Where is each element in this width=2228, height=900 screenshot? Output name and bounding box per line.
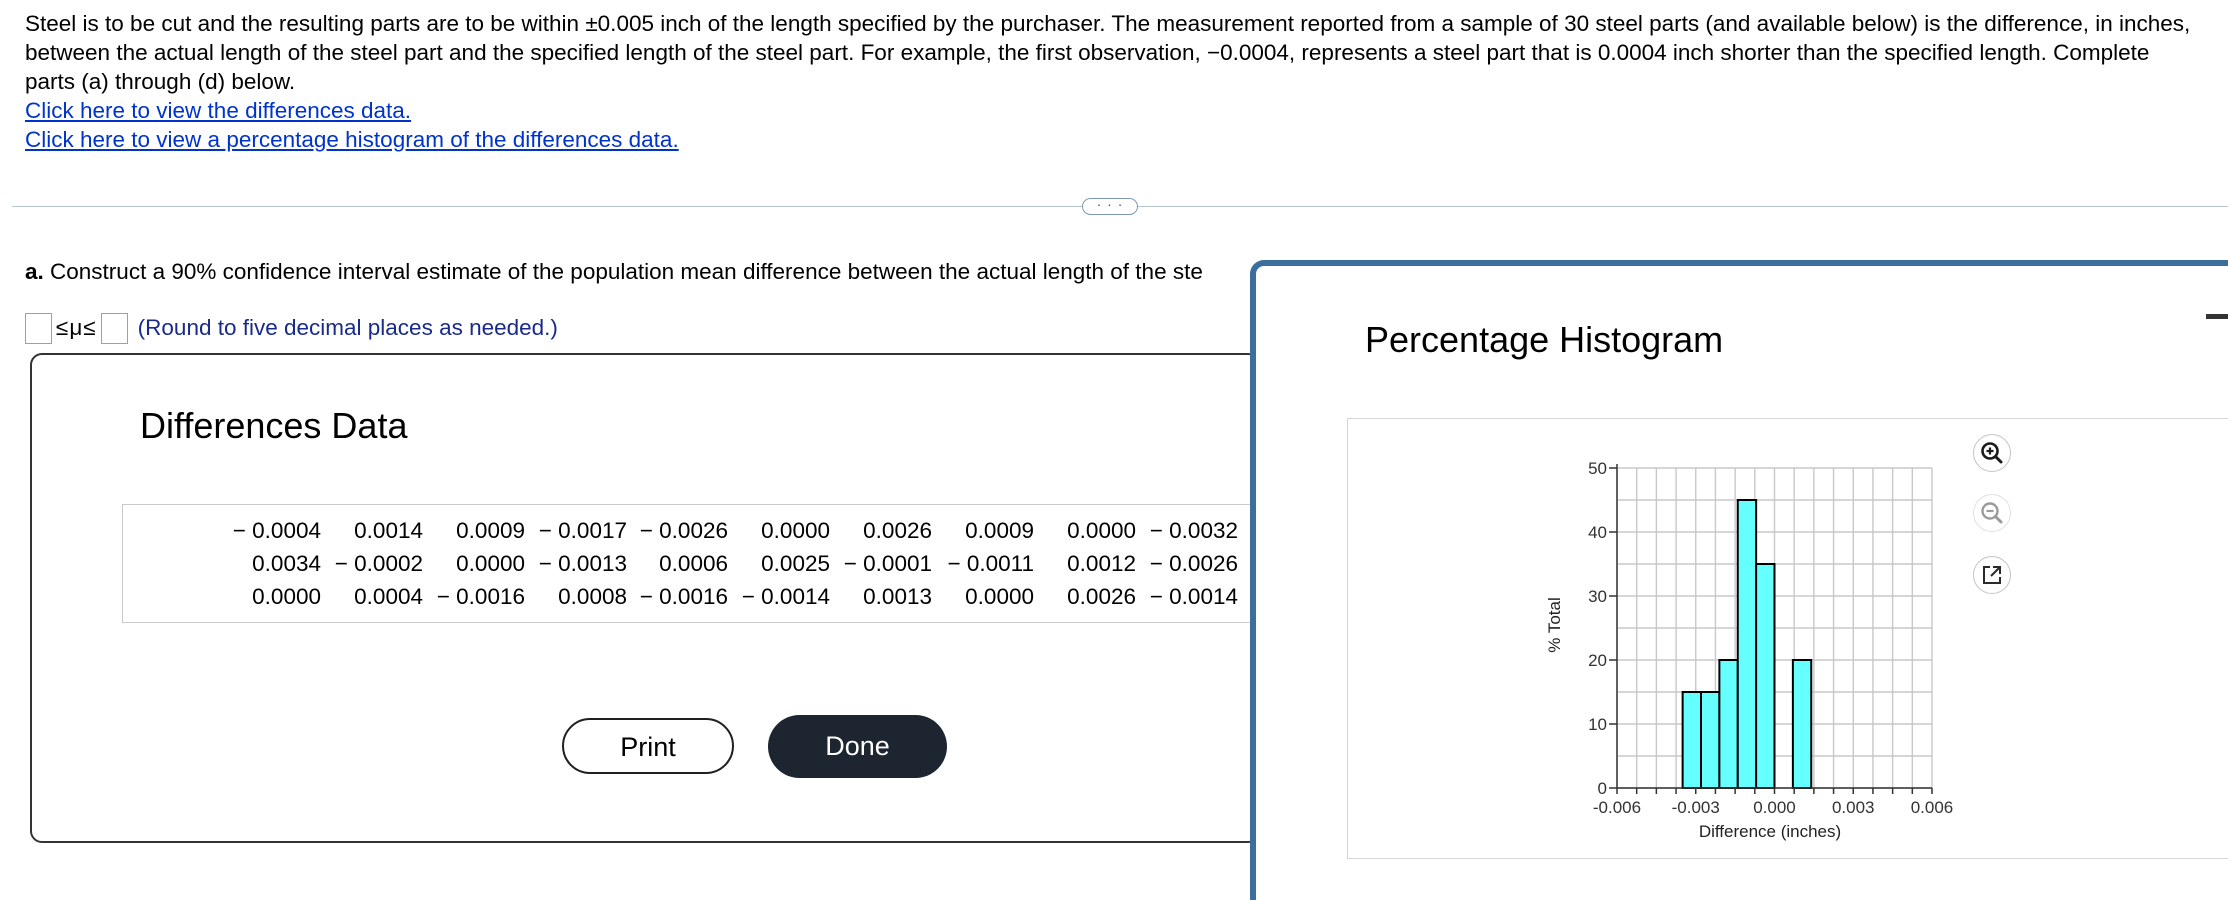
table-cell: 0.0025	[761, 550, 830, 576]
x-tick-label: -0.003	[1672, 798, 1720, 817]
chart-bars	[1681, 499, 1813, 789]
y-tick-label: 50	[1588, 459, 1607, 478]
minimize-icon[interactable]	[2206, 314, 2228, 319]
view-data-link[interactable]: Click here to view the differences data.	[25, 96, 2205, 125]
y-tick-label: 30	[1588, 587, 1607, 606]
zoom-out-icon[interactable]	[1973, 494, 2011, 532]
histogram-bar	[1736, 499, 1758, 789]
histogram-bar	[1791, 659, 1813, 789]
table-cell: 0.0026	[1067, 583, 1136, 609]
zoom-in-icon[interactable]	[1973, 434, 2011, 472]
x-axis-label: Difference (inches)	[1699, 822, 1841, 841]
histogram-bar	[1700, 691, 1721, 789]
histogram-bar	[1755, 563, 1776, 789]
table-cell: 0.0000	[965, 583, 1034, 609]
part-a-question: a. Construct a 90% confidence interval e…	[25, 257, 1203, 286]
table-cell: − 0.0002	[334, 550, 423, 576]
table-cell: − 0.0014	[741, 583, 830, 609]
table-cell: − 0.0016	[436, 583, 525, 609]
differences-table: − 0.0004 0.0014 0.0009− 0.0017− 0.0026 0.00…	[226, 514, 1238, 613]
differences-data-title: Differences Data	[140, 405, 408, 446]
table-cell: 0.0026	[863, 517, 932, 543]
y-axis-label: % Total	[1545, 597, 1564, 652]
table-cell: − 0.0004	[232, 517, 321, 543]
y-tick-label: 20	[1588, 651, 1607, 670]
x-tick-label: 0.003	[1832, 798, 1875, 817]
table-cell: 0.0000	[456, 550, 525, 576]
table-cell: − 0.0013	[538, 550, 627, 576]
problem-text: Steel is to be cut and the resulting par…	[25, 11, 2191, 94]
problem-statement: Steel is to be cut and the resulting par…	[25, 9, 2205, 154]
answer-row: ≤μ≤ (Round to five decimal places as nee…	[25, 311, 558, 345]
part-a-label: a.	[25, 259, 44, 284]
table-row: − 0.0004 0.0014 0.0009 − 0.0017 − 0.0026 0.00…	[226, 514, 1238, 547]
upper-bound-input[interactable]	[100, 312, 128, 344]
table-cell: 0.0009	[456, 517, 525, 543]
lower-bound-input[interactable]	[25, 312, 52, 344]
done-button[interactable]: Done	[768, 715, 947, 778]
y-tick-label: 0	[1598, 779, 1607, 798]
histogram-bar	[1718, 659, 1739, 789]
part-a-text: Construct a 90% confidence interval esti…	[50, 259, 1203, 284]
table-cell: − 0.0032	[1149, 517, 1238, 543]
table-cell: − 0.0026	[1149, 550, 1238, 576]
round-note: (Round to five decimal places as needed.…	[137, 315, 558, 340]
table-cell: − 0.0026	[639, 517, 728, 543]
y-tick-label: 10	[1588, 715, 1607, 734]
table-cell: 0.0000	[1067, 517, 1136, 543]
table-cell: 0.0008	[558, 583, 627, 609]
table-row: 0.0034 − 0.0002 0.0000 − 0.0013 0.0006 0.0025…	[226, 547, 1238, 580]
x-tick-label: -0.006	[1593, 798, 1641, 817]
view-histogram-link[interactable]: Click here to view a percentage histogra…	[25, 125, 2205, 154]
y-tick-label: 40	[1588, 523, 1607, 542]
histogram-title: Percentage Histogram	[1365, 319, 1724, 360]
x-tick-label: 0.006	[1911, 798, 1954, 817]
table-cell: 0.0006	[659, 550, 728, 576]
percentage-histogram-chart: 0 10 20 30 40 50 -0.006 -0.003 0.000 0.003 0.006 %…	[1545, 459, 1954, 841]
histogram-bar	[1681, 691, 1702, 789]
table-cell: 0.0012	[1067, 550, 1136, 576]
pop-out-icon[interactable]	[1973, 556, 2011, 594]
table-cell: 0.0014	[354, 517, 423, 543]
table-row: 0.0000 0.0004 − 0.0016 0.0008 − 0.0016 − 0.00…	[226, 580, 1238, 613]
table-cell: 0.0004	[354, 583, 423, 609]
table-cell: 0.0000	[252, 583, 321, 609]
x-tick-label: 0.000	[1753, 798, 1796, 817]
table-cell: − 0.0017	[538, 517, 627, 543]
table-cell: 0.0034	[252, 550, 321, 576]
table-cell: − 0.0001	[843, 550, 932, 576]
table-cell: 0.0013	[863, 583, 932, 609]
table-cell: − 0.0011	[947, 550, 1034, 576]
table-cell: − 0.0016	[639, 583, 728, 609]
expand-ellipsis-button[interactable]: · · ·	[1082, 197, 1138, 215]
print-button[interactable]: Print	[562, 718, 734, 774]
table-cell: − 0.0014	[1149, 583, 1238, 609]
table-cell: 0.0000	[761, 517, 830, 543]
table-cell: 0.0009	[965, 517, 1034, 543]
mu-inequality: ≤μ≤	[56, 315, 97, 340]
